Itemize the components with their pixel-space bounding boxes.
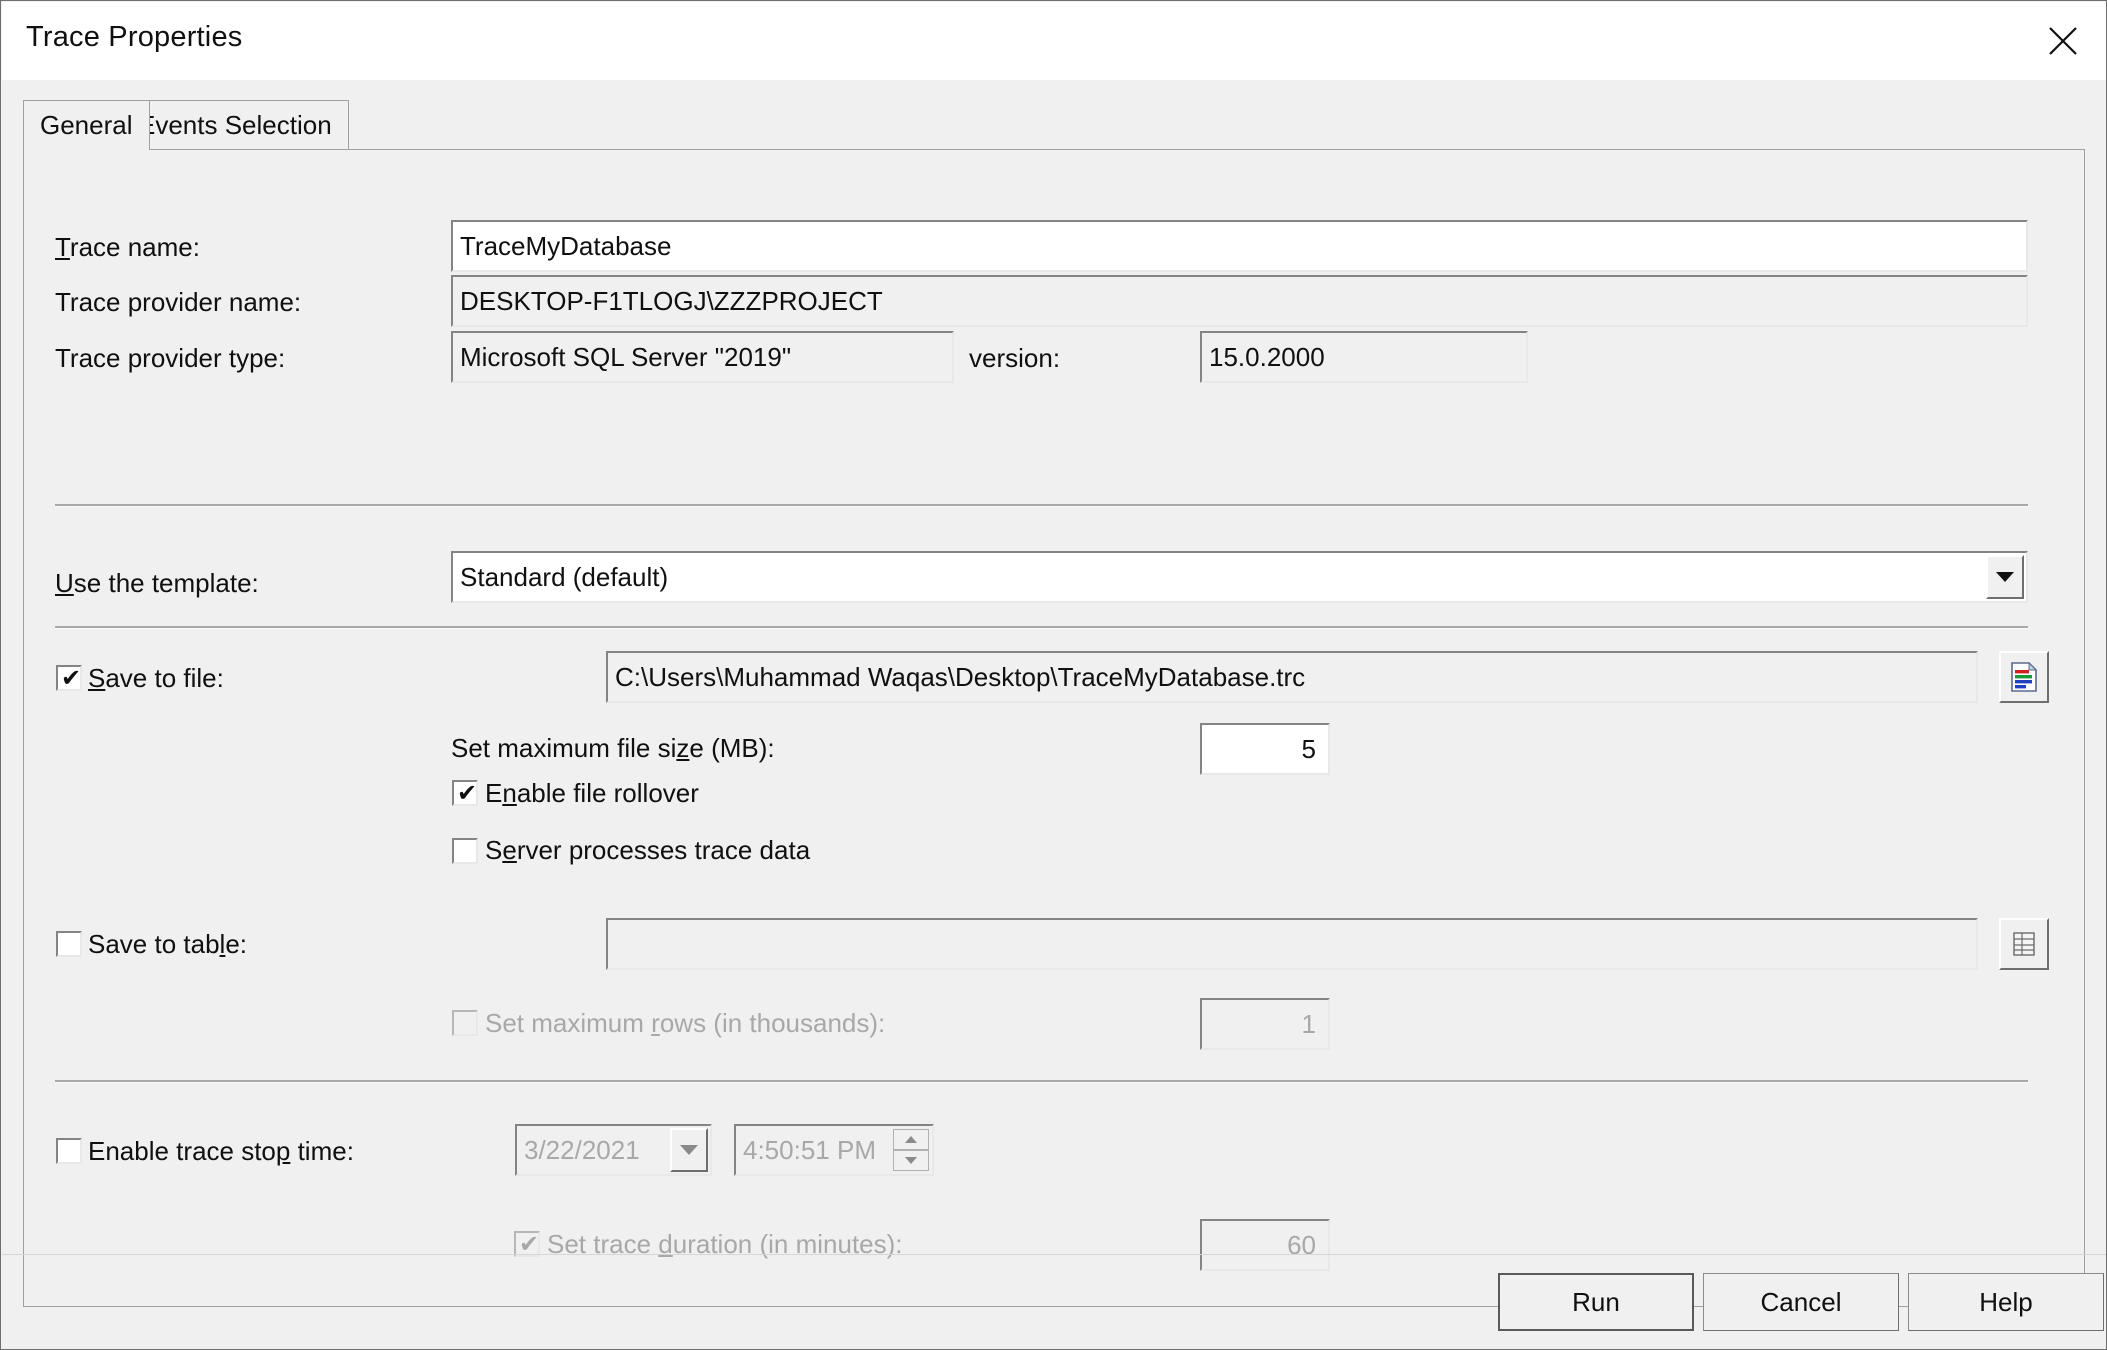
save-to-table-input[interactable] — [606, 918, 1978, 970]
tab-general[interactable]: General — [23, 100, 150, 150]
stop-time-checkbox[interactable] — [56, 1138, 82, 1164]
chevron-down-icon[interactable] — [670, 1128, 708, 1172]
page-title: Trace Properties — [26, 21, 242, 54]
trace-properties-dialog: Trace Properties General Events Selectio… — [0, 0, 2107, 1350]
trace-name-input[interactable]: TraceMyDatabase — [451, 220, 2028, 272]
cancel-button[interactable]: Cancel — [1703, 1273, 1899, 1331]
max-rows-input[interactable]: 1 — [1200, 998, 1330, 1050]
chevron-down-icon[interactable] — [1986, 555, 2024, 599]
server-processes-label: Server processes trace data — [485, 835, 810, 865]
tab-events-selection[interactable]: Events Selection — [121, 100, 349, 150]
trace-provider-name-label: Trace provider name: — [55, 287, 301, 317]
spinner-down-icon[interactable] — [893, 1150, 929, 1171]
max-rows-label: Set maximum rows (in thousands): — [485, 1008, 885, 1038]
stop-time-value: 4:50:51 PM — [736, 1135, 893, 1166]
save-to-file-label: Save to file: — [88, 663, 224, 693]
footer-separator — [2, 1254, 2107, 1255]
help-button[interactable]: Help — [1908, 1273, 2104, 1331]
trace-name-label: Trace name: — [55, 232, 200, 262]
spinner-icon[interactable] — [893, 1129, 929, 1171]
save-to-table-label: Save to table: — [88, 929, 247, 959]
spinner-up-icon[interactable] — [893, 1129, 929, 1150]
save-to-table-checkbox[interactable] — [56, 931, 82, 957]
stop-date-combobox[interactable]: 3/22/2021 — [515, 1124, 712, 1176]
stop-time-label: Enable trace stop time: — [88, 1136, 354, 1166]
use-template-label: Use the template: — [55, 568, 259, 598]
stop-time-field[interactable]: 4:50:51 PM — [734, 1124, 934, 1176]
dialog-body: General Events Selection Trace name: Tra… — [2, 80, 2107, 1350]
save-to-file-checkbox[interactable]: ✔ — [56, 665, 82, 691]
max-file-size-label: Set maximum file size (MB): — [451, 733, 775, 763]
stop-date-value: 3/22/2021 — [517, 1135, 670, 1166]
enable-rollover-label: Enable file rollover — [485, 778, 699, 808]
trace-provider-type-label: Trace provider type: — [55, 343, 285, 373]
save-to-file-path-input[interactable]: C:\Users\Muhammad Waqas\Desktop\TraceMyD… — [606, 651, 1978, 703]
max-rows-checkbox[interactable] — [452, 1010, 478, 1036]
file-browse-icon[interactable] — [1999, 651, 2049, 703]
separator-top — [55, 504, 2028, 507]
version-value: 15.0.2000 — [1200, 331, 1528, 383]
trace-provider-type-value: Microsoft SQL Server "2019" — [451, 331, 954, 383]
separator-template — [55, 626, 2028, 629]
enable-rollover-checkbox[interactable]: ✔ — [452, 780, 478, 806]
max-file-size-input[interactable]: 5 — [1200, 723, 1330, 775]
server-processes-checkbox[interactable] — [452, 838, 478, 864]
title-bar: Trace Properties — [2, 2, 2107, 80]
run-button[interactable]: Run — [1498, 1273, 1694, 1331]
version-label: version: — [969, 343, 1060, 373]
template-combobox[interactable]: Standard (default) — [451, 551, 2028, 603]
tab-selected-notch — [24, 148, 100, 151]
trace-provider-name-value: DESKTOP-F1TLOGJ\ZZZPROJECT — [451, 275, 2028, 327]
separator-bottom — [55, 1080, 2028, 1083]
table-browse-icon[interactable] — [1999, 918, 2049, 970]
close-icon[interactable] — [2019, 2, 2107, 80]
template-selected-value: Standard (default) — [453, 562, 1986, 593]
trace-duration-input[interactable]: 60 — [1200, 1219, 1330, 1271]
